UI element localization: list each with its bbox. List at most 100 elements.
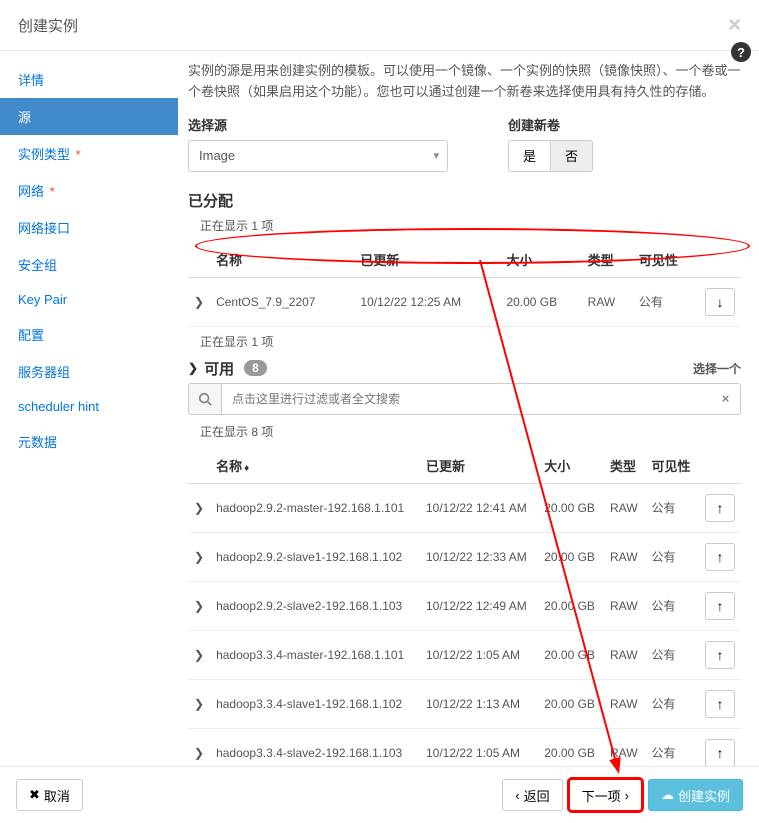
caret-down-icon: ❯ — [188, 361, 198, 375]
expand-icon[interactable]: ❯ — [188, 581, 210, 630]
sidebar-item-1[interactable]: 源 — [0, 98, 178, 135]
create-volume-no[interactable]: 否 — [551, 140, 593, 172]
sidebar-item-7[interactable]: 配置 — [0, 316, 178, 353]
col-visibility: 可见性 — [633, 242, 699, 278]
col-size: 大小 — [538, 448, 604, 484]
times-icon: ✖ — [29, 787, 40, 803]
chevron-right-icon: › — [625, 788, 629, 803]
back-button[interactable]: ‹返回 — [502, 779, 562, 811]
cell-name: hadoop3.3.4-master-192.168.1.101 — [210, 630, 420, 679]
select-one-text: 选择一个 — [693, 360, 741, 377]
sidebar-item-6[interactable]: Key Pair — [0, 283, 178, 316]
description-text: 实例的源是用来创建实例的模板。可以使用一个镜像、一个实例的快照（镜像快照）、一个… — [188, 61, 741, 103]
allocate-button[interactable]: ↑ — [705, 690, 735, 718]
col-updated: 已更新 — [420, 448, 538, 484]
cell-updated: 10/12/22 1:05 AM — [420, 630, 538, 679]
col-updated: 已更新 — [354, 242, 500, 278]
cell-visibility: 公有 — [645, 679, 699, 728]
cancel-button[interactable]: ✖取消 — [16, 779, 83, 811]
launch-button[interactable]: ☁创建实例 — [648, 779, 743, 811]
help-icon[interactable]: ? — [731, 42, 751, 62]
clear-search-icon[interactable]: × — [711, 383, 741, 415]
expand-icon[interactable]: ❯ — [188, 277, 210, 326]
col-type: 类型 — [604, 448, 645, 484]
table-row: ❯ hadoop3.3.4-master-192.168.1.101 10/12… — [188, 630, 741, 679]
cell-name: hadoop2.9.2-slave1-192.168.1.102 — [210, 532, 420, 581]
col-visibility: 可见性 — [645, 448, 699, 484]
table-row: ❯ hadoop2.9.2-slave2-192.168.1.103 10/12… — [188, 581, 741, 630]
sidebar-item-2[interactable]: 实例类型 * — [0, 135, 178, 172]
select-source-label: 选择源 — [188, 115, 448, 134]
allocate-button[interactable]: ↑ — [705, 641, 735, 669]
cell-name: hadoop3.3.4-slave2-192.168.1.103 — [210, 728, 420, 766]
expand-icon[interactable]: ❯ — [188, 630, 210, 679]
close-icon[interactable]: × — [728, 12, 741, 38]
search-input[interactable] — [222, 383, 711, 415]
cell-name: hadoop2.9.2-slave2-192.168.1.103 — [210, 581, 420, 630]
sidebar-item-8[interactable]: 服务器组 — [0, 353, 178, 390]
deallocate-button[interactable]: ↓ — [705, 288, 735, 316]
wizard-sidebar: 详情源实例类型 *网络 *网络接口安全组Key Pair配置服务器组schedu… — [0, 51, 178, 766]
next-button[interactable]: 下一项› — [569, 779, 642, 811]
allocate-button[interactable]: ↑ — [705, 739, 735, 766]
cell-size: 20.00 GB — [538, 532, 604, 581]
cell-name: hadoop3.3.4-slave1-192.168.1.102 — [210, 679, 420, 728]
allocate-button[interactable]: ↑ — [705, 494, 735, 522]
cell-updated: 10/12/22 12:25 AM — [354, 277, 500, 326]
cell-updated: 10/12/22 12:41 AM — [420, 483, 538, 532]
col-name-sortable[interactable]: 名称♦ — [210, 448, 420, 484]
expand-icon[interactable]: ❯ — [188, 728, 210, 766]
allocated-table: 名称 已更新 大小 类型 可见性 ❯ CentOS_7.9_2207 10/12… — [188, 242, 741, 327]
allocated-title: 已分配 — [188, 190, 741, 211]
cell-updated: 10/12/22 1:05 AM — [420, 728, 538, 766]
create-volume-label: 创建新卷 — [508, 115, 593, 134]
cell-visibility: 公有 — [633, 277, 699, 326]
chevron-left-icon: ‹ — [515, 788, 519, 803]
cell-type: RAW — [604, 532, 645, 581]
available-title-row[interactable]: ❯ 可用 8 选择一个 — [188, 358, 741, 379]
table-row: ❯ hadoop3.3.4-slave1-192.168.1.102 10/12… — [188, 679, 741, 728]
table-row: ❯ hadoop2.9.2-slave1-192.168.1.102 10/12… — [188, 532, 741, 581]
cloud-upload-icon: ☁ — [661, 787, 674, 803]
cell-size: 20.00 GB — [500, 277, 581, 326]
expand-icon[interactable]: ❯ — [188, 532, 210, 581]
cell-visibility: 公有 — [645, 483, 699, 532]
cell-visibility: 公有 — [645, 728, 699, 766]
sidebar-item-4[interactable]: 网络接口 — [0, 209, 178, 246]
main-panel: 实例的源是用来创建实例的模板。可以使用一个镜像、一个实例的快照（镜像快照）、一个… — [178, 51, 759, 766]
sidebar-item-3[interactable]: 网络 * — [0, 172, 178, 209]
table-row: ❯ CentOS_7.9_2207 10/12/22 12:25 AM 20.0… — [188, 277, 741, 326]
col-type: 类型 — [582, 242, 633, 278]
cell-visibility: 公有 — [645, 532, 699, 581]
sidebar-item-0[interactable]: 详情 — [0, 61, 178, 98]
cell-updated: 10/12/22 1:13 AM — [420, 679, 538, 728]
table-row: ❯ hadoop2.9.2-master-192.168.1.101 10/12… — [188, 483, 741, 532]
allocate-button[interactable]: ↑ — [705, 592, 735, 620]
available-table: 名称♦ 已更新 大小 类型 可见性 ❯ hadoop2.9.2-master-1… — [188, 448, 741, 766]
cell-type: RAW — [604, 679, 645, 728]
modal-title: 创建实例 — [18, 15, 78, 36]
cell-type: RAW — [604, 728, 645, 766]
sidebar-item-9[interactable]: scheduler hint — [0, 390, 178, 423]
cell-name: CentOS_7.9_2207 — [210, 277, 354, 326]
cell-updated: 10/12/22 12:33 AM — [420, 532, 538, 581]
cell-name: hadoop2.9.2-master-192.168.1.101 — [210, 483, 420, 532]
cell-size: 20.00 GB — [538, 679, 604, 728]
create-volume-yes[interactable]: 是 — [508, 140, 551, 172]
expand-icon[interactable]: ❯ — [188, 679, 210, 728]
allocate-button[interactable]: ↑ — [705, 543, 735, 571]
sort-icon: ♦ — [244, 463, 249, 474]
cell-size: 20.00 GB — [538, 581, 604, 630]
cell-visibility: 公有 — [645, 581, 699, 630]
allocated-displaying-bottom: 正在显示 1 项 — [200, 333, 741, 350]
col-name: 名称 — [210, 242, 354, 278]
select-source-dropdown[interactable]: Image — [188, 140, 448, 172]
available-count-badge: 8 — [244, 360, 267, 376]
search-icon[interactable] — [188, 383, 222, 415]
sidebar-item-10[interactable]: 元数据 — [0, 423, 178, 460]
cell-size: 20.00 GB — [538, 630, 604, 679]
cell-size: 20.00 GB — [538, 728, 604, 766]
sidebar-item-5[interactable]: 安全组 — [0, 246, 178, 283]
cell-type: RAW — [604, 581, 645, 630]
expand-icon[interactable]: ❯ — [188, 483, 210, 532]
